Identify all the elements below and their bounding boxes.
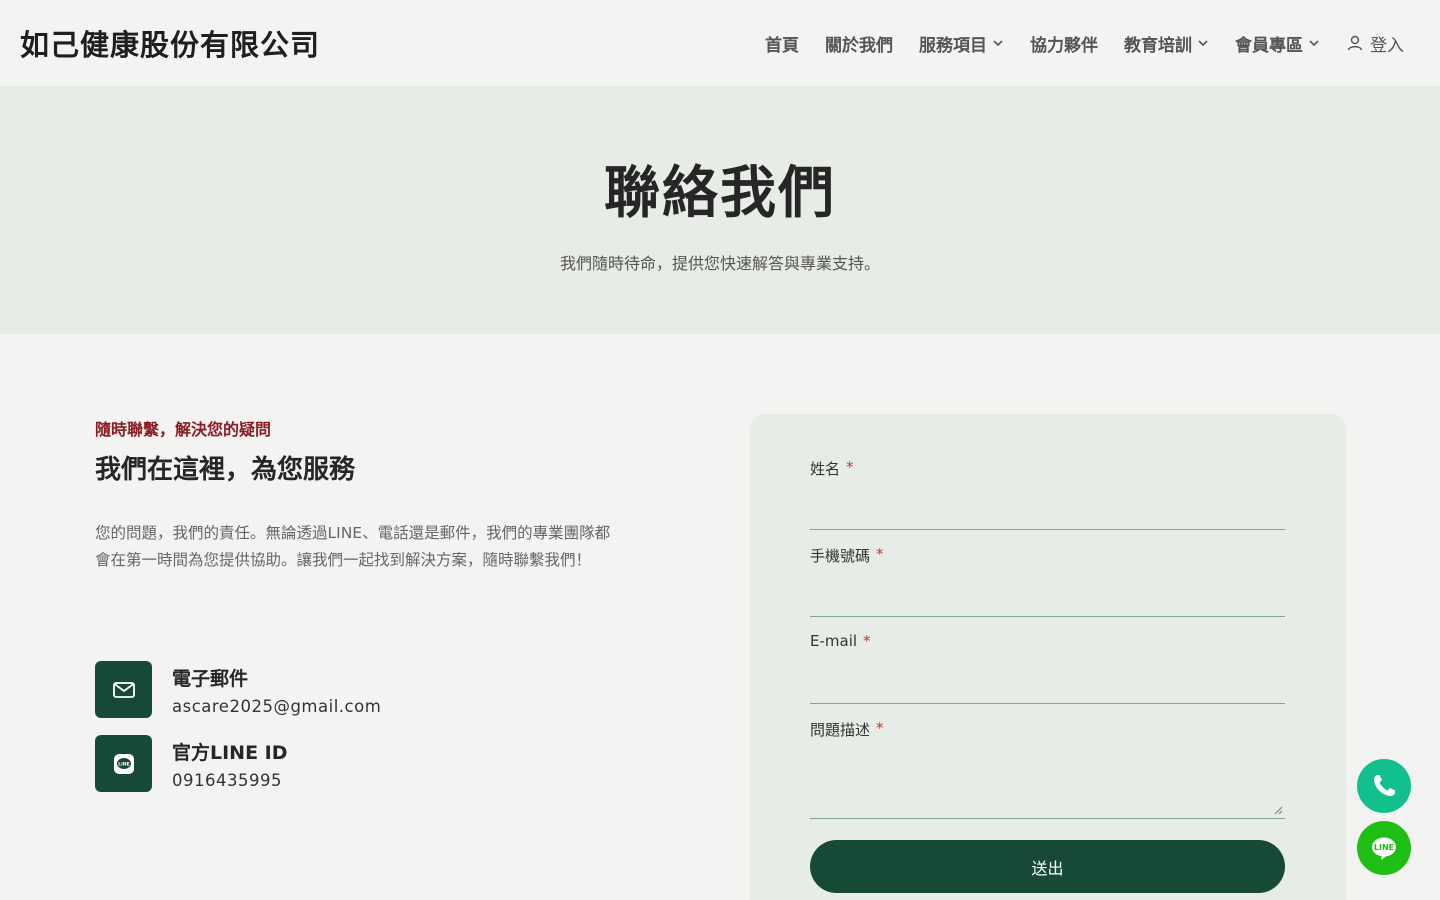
- line-icon: LINE: [1372, 837, 1396, 860]
- email-input[interactable]: [810, 668, 1285, 704]
- main-nav: 首頁 關於我們 服務項目 協力夥伴 教育培訓 會員專區 登入: [765, 28, 1404, 58]
- nav-item-home[interactable]: 首頁: [765, 31, 799, 56]
- page-subtitle: 我們隨時待命，提供您快速解答與專業支持。: [559, 254, 880, 273]
- floating-line-button[interactable]: LINE: [1357, 821, 1411, 875]
- phone-input[interactable]: [810, 581, 1285, 617]
- chevron-down-icon: [993, 40, 1003, 47]
- contact-email-value[interactable]: ascare2025@gmail.com: [172, 697, 381, 716]
- contact-email: 電子郵件 ascare2025@gmail.com: [95, 661, 381, 718]
- required-mark: *: [863, 632, 871, 650]
- nav-label: 協力夥伴: [1030, 35, 1098, 56]
- nav-item-education[interactable]: 教育培訓: [1124, 31, 1209, 56]
- contact-label: 官方LINE ID: [172, 741, 288, 764]
- nav-label: 服務項目: [919, 35, 987, 56]
- phone-field: 手機號碼 *: [810, 545, 1285, 617]
- section-description: 您的問題，我們的責任。無論透過LINE、電話還是郵件，我們的專業團隊都會在第一時…: [95, 524, 611, 569]
- contact-line: LINE 官方LINE ID 0916435995: [95, 735, 288, 792]
- field-label: E-mail: [810, 632, 858, 650]
- section-eyebrow: 隨時聯繫，解決您的疑問: [95, 420, 272, 439]
- required-mark: *: [876, 545, 884, 563]
- line-brand-text: LINE: [1374, 843, 1394, 852]
- resize-handle-icon[interactable]: [1273, 805, 1283, 815]
- nav-label: 會員專區: [1235, 35, 1303, 56]
- field-label: 姓名: [810, 460, 841, 478]
- message-field: 問題描述 *: [810, 719, 1285, 819]
- brand-logo[interactable]: 如己健康股份有限公司: [20, 22, 320, 64]
- site-header: 如己健康股份有限公司 首頁 關於我們 服務項目 協力夥伴 教育培訓 會員專區 登…: [0, 0, 1440, 86]
- nav-item-about[interactable]: 關於我們: [825, 31, 893, 56]
- field-label: 手機號碼: [810, 547, 871, 565]
- nav-item-services[interactable]: 服務項目: [919, 31, 1004, 56]
- name-input[interactable]: [810, 494, 1285, 530]
- chevron-down-icon: [1198, 40, 1208, 47]
- floating-phone-button[interactable]: [1357, 759, 1411, 813]
- nav-label: 首頁: [765, 35, 799, 56]
- email-field: E-mail *: [810, 632, 1285, 704]
- login-label: 登入: [1370, 35, 1404, 56]
- nav-item-partners[interactable]: 協力夥伴: [1030, 31, 1098, 56]
- section-title: 我們在這裡，為您服務: [95, 455, 356, 485]
- svg-text:LINE: LINE: [118, 761, 129, 767]
- user-icon: [1347, 35, 1363, 51]
- name-field: 姓名 *: [810, 458, 1285, 530]
- nav-item-members[interactable]: 會員專區: [1235, 31, 1320, 56]
- required-mark: *: [846, 458, 854, 476]
- hero-banner: 聯絡我們 我們隨時待命，提供您快速解答與專業支持。: [0, 86, 1440, 334]
- field-label: 問題描述: [810, 721, 871, 739]
- nav-label: 教育培訓: [1124, 35, 1192, 56]
- chevron-down-icon: [1309, 40, 1319, 47]
- mail-icon: [95, 661, 152, 718]
- submit-button[interactable]: 送出: [810, 840, 1285, 893]
- phone-icon: [1374, 775, 1395, 796]
- required-mark: *: [876, 719, 884, 737]
- line-icon: LINE: [95, 735, 152, 792]
- contact-label: 電子郵件: [172, 667, 249, 690]
- message-textarea[interactable]: [810, 749, 1285, 819]
- nav-label: 關於我們: [825, 35, 893, 56]
- contact-line-value[interactable]: 0916435995: [172, 771, 288, 790]
- page-title: 聯絡我們: [604, 161, 836, 226]
- contact-form: 姓名 * 手機號碼 * E-mail * 問題描述 * 送出: [750, 414, 1346, 900]
- login-link[interactable]: 登入: [1346, 31, 1404, 56]
